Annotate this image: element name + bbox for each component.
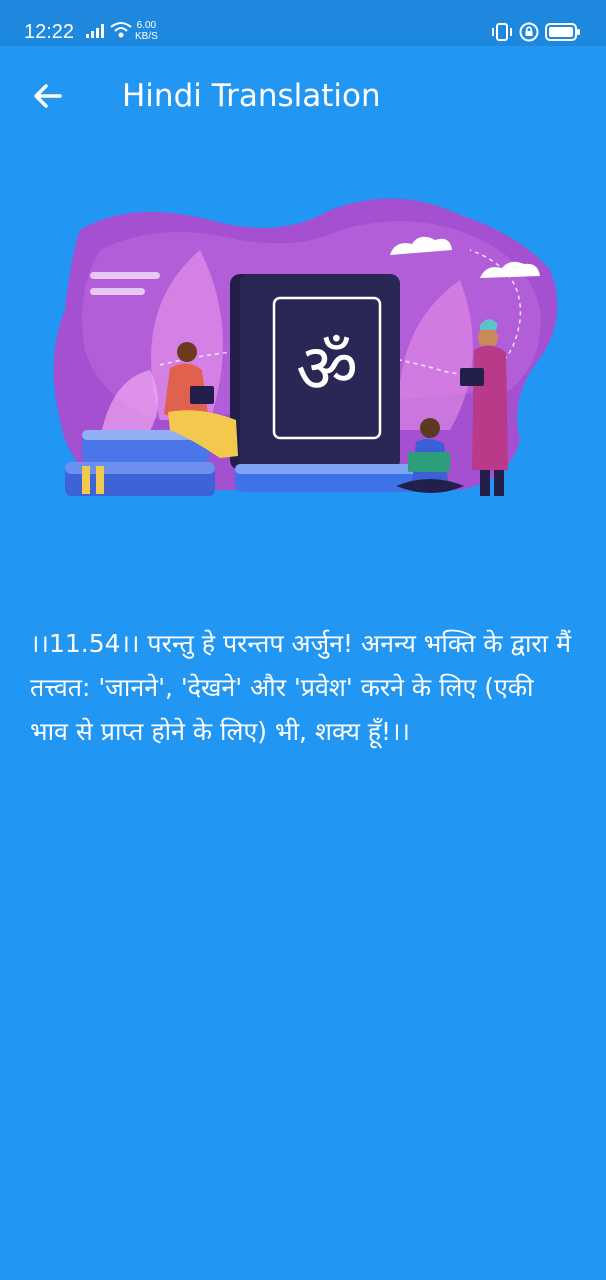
page-title: Hindi Translation	[122, 78, 381, 114]
speed-value: 6.00	[136, 20, 157, 31]
signal-icon	[86, 24, 104, 38]
status-time: 12:22	[24, 21, 75, 43]
svg-text:ॐ: ॐ	[296, 330, 358, 409]
arrow-left-icon[interactable]	[28, 76, 68, 116]
status-bar: 12:22 6.00 KB/S	[0, 0, 606, 46]
om-book-illustration: ॐ	[53, 198, 558, 496]
battery-icon	[545, 23, 580, 41]
lock-icon	[519, 22, 539, 42]
verse-translation: ।।11.54।। परन्तु हे परन्तप अर्जुन! अनन्य…	[30, 629, 572, 746]
vibrate-icon	[492, 23, 512, 41]
app-bar: Hindi Translation	[0, 46, 606, 144]
wifi-icon	[110, 22, 132, 38]
speed-unit: KB/S	[135, 31, 158, 42]
network-speed: 6.00 KB/S	[135, 20, 158, 42]
